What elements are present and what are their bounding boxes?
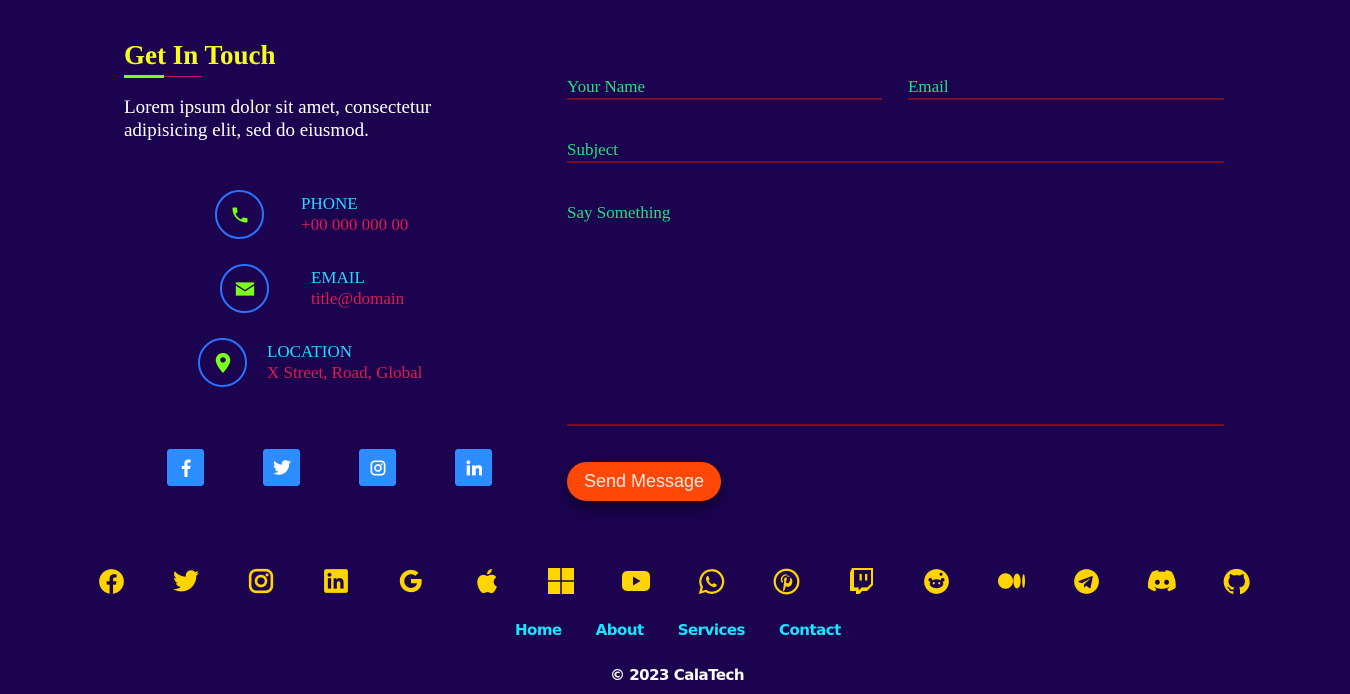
location-value: X Street, Road, Global [267, 363, 423, 382]
twitter-button[interactable] [263, 449, 300, 486]
email-value: title@domain [311, 289, 405, 308]
facebook-button[interactable] [167, 449, 204, 486]
title-underline-accent [164, 76, 202, 77]
subject-field-label: Subject [567, 140, 618, 159]
phone-value: +00 000 000 00 [301, 215, 409, 234]
location-info: LOCATION X Street, Road, Global [267, 341, 422, 383]
linkedin-button[interactable] [455, 449, 492, 486]
location-icon-circle [198, 338, 247, 387]
email-field-label: Email [908, 77, 949, 96]
footer-link-home[interactable]: Home [515, 621, 562, 639]
windows-icon [548, 568, 575, 594]
message-textarea[interactable] [567, 226, 1224, 424]
footer-link-about[interactable]: About [596, 621, 645, 639]
github-icon [1224, 568, 1251, 594]
title-underline [124, 75, 164, 78]
footer-link-contact[interactable]: Contact [779, 621, 841, 639]
name-field-label: Your Name [567, 77, 646, 96]
whatsapp-icon [698, 568, 725, 594]
location-label: LOCATION [267, 342, 352, 361]
footer-instagram-link[interactable] [247, 567, 275, 595]
footer-medium-link[interactable] [997, 567, 1026, 595]
youtube-icon [622, 571, 651, 591]
phone-info: PHONE +00 000 000 00 [301, 193, 408, 235]
apple-icon [477, 569, 498, 594]
twitch-icon [849, 568, 873, 594]
facebook-icon [181, 459, 191, 477]
twitter-icon [272, 460, 291, 475]
medium-icon [997, 573, 1025, 589]
facebook-icon [98, 568, 124, 594]
footer-twitter-link[interactable] [172, 567, 200, 595]
instagram-button[interactable] [359, 449, 396, 486]
footer-google-link[interactable] [397, 567, 425, 595]
subject-field[interactable] [567, 161, 1224, 163]
footer-windows-link[interactable] [547, 567, 575, 595]
footer-whatsapp-link[interactable] [698, 567, 726, 595]
footer-twitch-link[interactable] [848, 567, 876, 595]
phone-icon [232, 207, 247, 222]
copyright-text: © 2023 CalaTech [610, 666, 745, 684]
phone-icon-circle [215, 190, 264, 239]
phone-label: PHONE [301, 194, 358, 213]
message-underline [567, 424, 1224, 426]
footer-facebook-link[interactable] [97, 567, 125, 595]
email-info: EMAIL title@domain [311, 267, 404, 309]
envelope-icon [235, 281, 254, 296]
footer-social-row [97, 567, 1251, 595]
instagram-icon [248, 568, 274, 594]
footer-telegram-link[interactable] [1073, 567, 1101, 595]
map-pin-icon [215, 352, 230, 373]
telegram-icon [1074, 568, 1100, 594]
footer-github-link[interactable] [1223, 567, 1251, 595]
send-message-button[interactable]: Send Message [567, 462, 721, 501]
footer-nav: Home About Services Contact [515, 621, 841, 640]
twitter-icon [173, 570, 200, 592]
footer-link-services[interactable]: Services [678, 621, 746, 639]
footer-pinterest-link[interactable] [773, 567, 801, 595]
footer-linkedin-link[interactable] [322, 567, 350, 595]
footer-reddit-link[interactable] [923, 567, 951, 595]
instagram-icon [370, 460, 385, 475]
google-icon [400, 569, 422, 593]
pinterest-icon [773, 568, 800, 594]
linkedin-icon [465, 459, 482, 475]
footer-discord-link[interactable] [1147, 567, 1176, 595]
footer-youtube-link[interactable] [622, 567, 651, 595]
footer-apple-link[interactable] [472, 567, 500, 595]
linkedin-icon [324, 569, 349, 593]
reddit-icon [924, 568, 950, 594]
discord-icon [1147, 570, 1176, 592]
contact-title: Get In Touch [124, 40, 276, 70]
name-field[interactable] [567, 98, 882, 100]
message-field-label: Say Something [567, 203, 671, 222]
email-icon-circle [220, 264, 269, 313]
email-label: EMAIL [311, 268, 365, 287]
contact-intro: Lorem ipsum dolor sit amet, consectetur … [124, 97, 432, 141]
email-field[interactable] [908, 98, 1224, 100]
